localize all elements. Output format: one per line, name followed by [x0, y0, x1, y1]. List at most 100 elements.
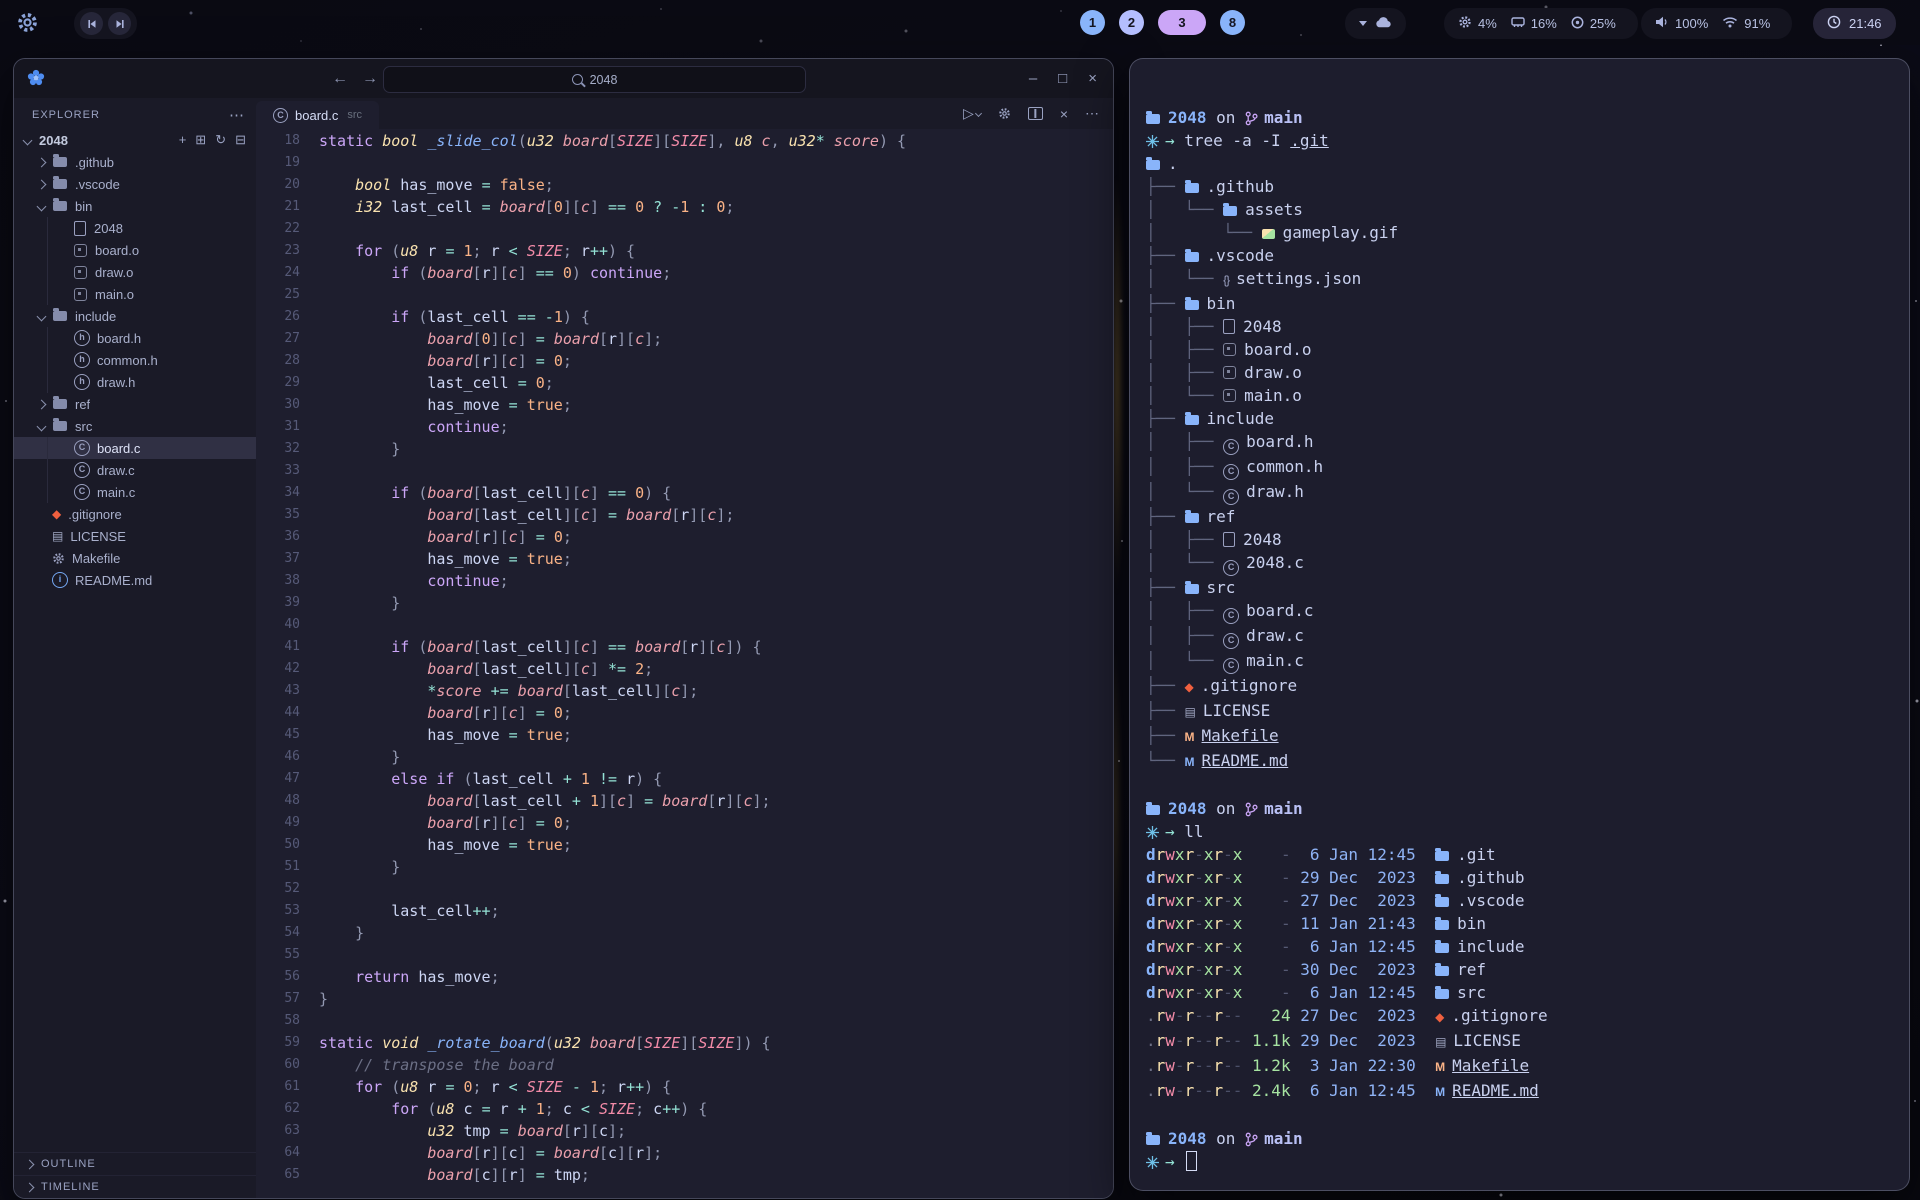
code-line[interactable]: 49 board[r][c] = 0; [256, 812, 1113, 834]
code-line[interactable]: 41 if (board[last_cell][c] == board[r][c… [256, 636, 1113, 658]
code-line[interactable]: 44 board[r][c] = 0; [256, 702, 1113, 724]
code-line[interactable]: 56 return has_move; [256, 966, 1113, 988]
explorer-item-board.c[interactable]: Cboard.c [14, 437, 256, 459]
code-line[interactable]: 40 [256, 614, 1113, 636]
code-line[interactable]: 26 if (last_cell == -1) { [256, 306, 1113, 328]
explorer-item-draw.c[interactable]: Cdraw.c [14, 459, 256, 481]
code-line[interactable]: 54 } [256, 922, 1113, 944]
code-line[interactable]: 21 i32 last_cell = board[0][c] == 0 ? -1… [256, 196, 1113, 218]
skip-forward-button[interactable] [108, 12, 131, 35]
code-line[interactable]: 32 } [256, 438, 1113, 460]
code-line[interactable]: 45 has_move = true; [256, 724, 1113, 746]
split-editor-icon[interactable] [1028, 107, 1043, 120]
explorer-item-board.o[interactable]: board.o [14, 239, 256, 261]
workspace-8[interactable]: 8 [1220, 10, 1245, 35]
system-stats-widget[interactable]: 4% 16% 25% [1444, 8, 1638, 39]
code-line[interactable]: 22 [256, 218, 1113, 240]
code-line[interactable]: 35 board[last_cell][c] = board[r][c]; [256, 504, 1113, 526]
code-line[interactable]: 65 board[c][r] = tmp; [256, 1164, 1113, 1186]
explorer-item-draw.h[interactable]: hdraw.h [14, 371, 256, 393]
editor-more-actions-icon[interactable]: ⋯ [1085, 105, 1099, 122]
new-folder-button[interactable]: ⊞ [195, 132, 206, 148]
code-line[interactable]: 59static void _rotate_board(u32 board[SI… [256, 1032, 1113, 1054]
close-editor-icon[interactable]: × [1060, 106, 1068, 122]
code-line[interactable]: 31 continue; [256, 416, 1113, 438]
refresh-explorer-button[interactable]: ↻ [215, 132, 226, 148]
explorer-item-2048[interactable]: 2048 [14, 217, 256, 239]
code-line[interactable]: 48 board[last_cell + 1][c] = board[r][c]… [256, 790, 1113, 812]
code-line[interactable]: 47 else if (last_cell + 1 != r) { [256, 768, 1113, 790]
explorer-item-board.h[interactable]: hboard.h [14, 327, 256, 349]
code-line[interactable]: 38 continue; [256, 570, 1113, 592]
explorer-item-Makefile[interactable]: Makefile [14, 547, 256, 569]
code-line[interactable]: 61 for (u8 r = 0; r < SIZE - 1; r++) { [256, 1076, 1113, 1098]
clock-widget[interactable]: 21:46 [1813, 8, 1896, 39]
code-line[interactable]: 24 if (board[r][c] == 0) continue; [256, 262, 1113, 284]
explorer-item-.github[interactable]: .github [14, 151, 256, 173]
explorer-item-main.c[interactable]: Cmain.c [14, 481, 256, 503]
code-line[interactable]: 43 *score += board[last_cell][c]; [256, 680, 1113, 702]
collapse-folders-button[interactable]: ⊟ [235, 132, 246, 148]
code-line[interactable]: 62 for (u8 c = r + 1; c < SIZE; c++) { [256, 1098, 1113, 1120]
code-line[interactable]: 57} [256, 988, 1113, 1010]
explorer-item-include[interactable]: include [14, 305, 256, 327]
code-line[interactable]: 37 has_move = true; [256, 548, 1113, 570]
code-line[interactable]: 64 board[r][c] = board[c][r]; [256, 1142, 1113, 1164]
skip-back-button[interactable] [80, 12, 103, 35]
code-line[interactable]: 28 board[r][c] = 0; [256, 350, 1113, 372]
editor-titlebar[interactable]: ← → 2048 – □ × [14, 59, 1113, 99]
explorer-item-common.h[interactable]: hcommon.h [14, 349, 256, 371]
command-center-search[interactable]: 2048 [383, 66, 806, 93]
explorer-item-.gitignore[interactable]: ◆.gitignore [14, 503, 256, 525]
code-line[interactable]: 27 board[0][c] = board[r][c]; [256, 328, 1113, 350]
nav-back-icon[interactable]: ← [332, 59, 348, 98]
code-line[interactable]: 30 has_move = true; [256, 394, 1113, 416]
code-line[interactable]: 51 } [256, 856, 1113, 878]
code-editor[interactable]: 18static bool _slide_col(u32 board[SIZE]… [256, 129, 1113, 1198]
code-line[interactable]: 63 u32 tmp = board[r][c]; [256, 1120, 1113, 1142]
code-line[interactable]: 19 [256, 152, 1113, 174]
code-line[interactable]: 36 board[r][c] = 0; [256, 526, 1113, 548]
explorer-item-.vscode[interactable]: .vscode [14, 173, 256, 195]
nav-forward-icon[interactable]: → [362, 59, 378, 98]
code-line[interactable]: 33 [256, 460, 1113, 482]
tab-board-c[interactable]: C board.c src [256, 101, 379, 129]
workspace-2[interactable]: 2 [1119, 10, 1144, 35]
outline-panel[interactable]: OUTLINE [14, 1152, 256, 1175]
code-line[interactable]: 53 last_cell++; [256, 900, 1113, 922]
audio-network-widget[interactable]: 100% 91% [1641, 8, 1792, 39]
code-line[interactable]: 58 [256, 1010, 1113, 1032]
code-line[interactable]: 20 bool has_move = false; [256, 174, 1113, 196]
gear-logo-icon[interactable] [16, 11, 39, 39]
explorer-item-LICENSE[interactable]: ▤LICENSE [14, 525, 256, 547]
code-line[interactable]: 23 for (u8 r = 1; r < SIZE; r++) { [256, 240, 1113, 262]
maximize-button[interactable]: □ [1058, 70, 1067, 87]
explorer-item-src[interactable]: src [14, 415, 256, 437]
code-line[interactable]: 60 // transpose the board [256, 1054, 1113, 1076]
run-button[interactable]: ▷ [963, 105, 981, 122]
settings-gear-icon[interactable] [998, 107, 1011, 120]
weather-widget[interactable] [1345, 8, 1406, 39]
code-line[interactable]: 46 } [256, 746, 1113, 768]
code-line[interactable]: 55 [256, 944, 1113, 966]
code-line[interactable]: 25 [256, 284, 1113, 306]
code-line[interactable]: 50 has_move = true; [256, 834, 1113, 856]
explorer-more-actions-icon[interactable]: ⋯ [229, 106, 244, 124]
project-root-folder[interactable]: 2048 + ⊞ ↻ ⊟ [14, 129, 256, 151]
close-button[interactable]: × [1088, 70, 1097, 87]
workspace-3[interactable]: 3 [1158, 10, 1206, 35]
minimize-button[interactable]: – [1029, 70, 1037, 87]
code-line[interactable]: 52 [256, 878, 1113, 900]
explorer-item-draw.o[interactable]: draw.o [14, 261, 256, 283]
code-line[interactable]: 34 if (board[last_cell][c] == 0) { [256, 482, 1113, 504]
code-line[interactable]: 29 last_cell = 0; [256, 372, 1113, 394]
explorer-item-bin[interactable]: bin [14, 195, 256, 217]
explorer-item-ref[interactable]: ref [14, 393, 256, 415]
explorer-item-README.md[interactable]: iREADME.md [14, 569, 256, 591]
timeline-panel[interactable]: TIMELINE [14, 1175, 256, 1198]
explorer-item-main.o[interactable]: main.o [14, 283, 256, 305]
code-line[interactable]: 39 } [256, 592, 1113, 614]
code-line[interactable]: 42 board[last_cell][c] *= 2; [256, 658, 1113, 680]
terminal-window[interactable]: 2048 on main→ tree -a -I .git.├── .githu… [1129, 58, 1910, 1191]
workspace-1[interactable]: 1 [1080, 10, 1105, 35]
